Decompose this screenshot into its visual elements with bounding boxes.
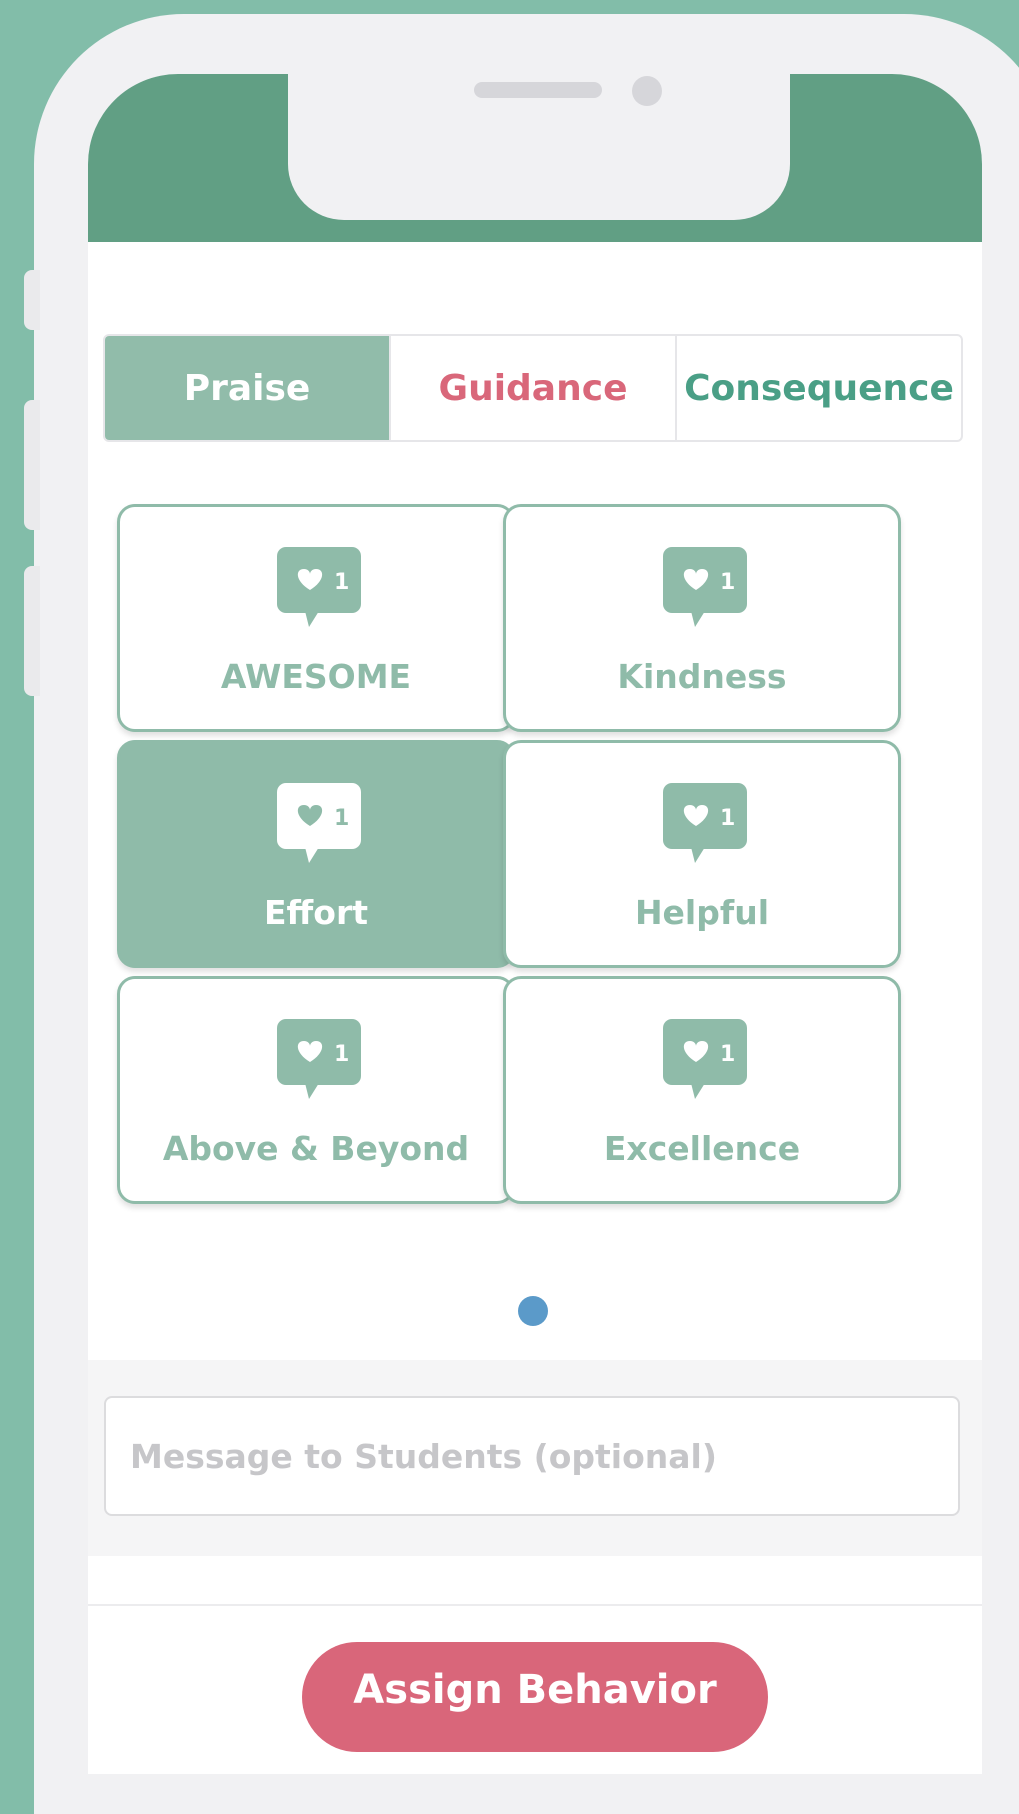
points-count: 1 — [720, 1042, 735, 1067]
app-screen: Select Behavior Praise Guidance Conseque… — [88, 74, 982, 1774]
points-count: 1 — [334, 570, 349, 595]
points-count: 1 — [720, 806, 735, 831]
tab-praise[interactable]: Praise — [105, 336, 389, 440]
behavior-card-helpful[interactable]: 1 Helpful — [503, 740, 901, 968]
behavior-type-tabs: Praise Guidance Consequence — [103, 334, 963, 442]
divider — [88, 1604, 982, 1606]
behavior-grid: 1 AWESOME 1 Kindness 1 Effort 1 Helpful … — [117, 504, 949, 1234]
speaker-grille — [474, 82, 602, 98]
phone-notch — [288, 74, 790, 220]
behavior-label: Kindness — [617, 657, 787, 696]
speech-bubble-heart-icon: 1 — [277, 1019, 361, 1099]
behavior-card-awesome[interactable]: 1 AWESOME — [117, 504, 515, 732]
behavior-label: Effort — [264, 893, 368, 932]
speech-bubble-heart-icon: 1 — [277, 783, 361, 863]
tab-guidance[interactable]: Guidance — [389, 336, 675, 440]
behavior-label: Helpful — [634, 893, 770, 932]
points-count: 1 — [334, 806, 349, 831]
message-input[interactable] — [104, 1396, 960, 1516]
speech-bubble-heart-icon: 1 — [663, 783, 747, 863]
behavior-card-excellence[interactable]: 1 Excellence — [503, 976, 901, 1204]
behavior-card-kindness[interactable]: 1 Kindness — [503, 504, 901, 732]
behavior-label: Above & Beyond — [162, 1129, 470, 1168]
tab-consequence[interactable]: Consequence — [675, 336, 961, 440]
points-count: 1 — [334, 1042, 349, 1067]
behavior-card-above-and-beyond[interactable]: 1 Above & Beyond — [117, 976, 515, 1204]
speech-bubble-heart-icon: 1 — [277, 547, 361, 627]
phone-volume-up-button — [24, 400, 40, 530]
speech-bubble-heart-icon: 1 — [663, 1019, 747, 1099]
front-camera — [632, 76, 662, 106]
behavior-card-effort[interactable]: 1 Effort — [117, 740, 515, 968]
speech-bubble-heart-icon: 1 — [663, 547, 747, 627]
phone-volume-down-button — [24, 566, 40, 696]
points-count: 1 — [720, 570, 735, 595]
behavior-label: Excellence — [603, 1129, 801, 1168]
message-section — [88, 1360, 982, 1556]
behavior-label: AWESOME — [220, 657, 412, 696]
page-indicator-dot[interactable] — [518, 1296, 548, 1326]
phone-side-button — [24, 270, 40, 330]
